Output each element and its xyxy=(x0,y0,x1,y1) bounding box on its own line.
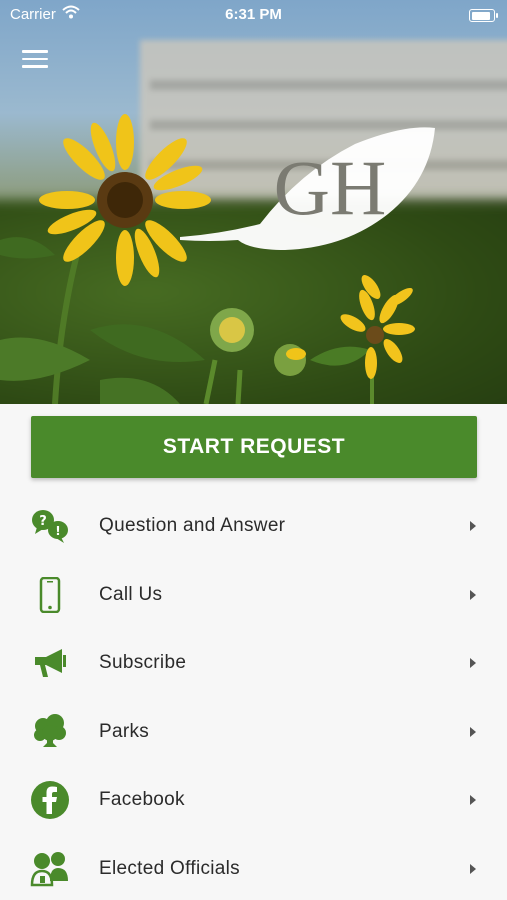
app-screen: GH Carrier 6:31 PM START REQUEST ? ! Que… xyxy=(0,0,507,900)
chevron-right-icon xyxy=(470,521,476,532)
tree-icon xyxy=(30,712,70,752)
gh-leaf-logo: GH xyxy=(180,127,435,250)
status-time: 6:31 PM xyxy=(225,6,282,23)
logo-text: GH xyxy=(274,144,387,231)
menu-item-subscribe[interactable]: Subscribe xyxy=(0,629,507,698)
menu-item-label: Parks xyxy=(99,720,150,742)
chevron-right-icon xyxy=(470,658,476,669)
question-bubbles-icon: ? ! xyxy=(30,506,70,546)
menu-item-label: Elected Officials xyxy=(99,857,240,879)
hero-image: GH xyxy=(0,0,507,404)
menu-item-label: Call Us xyxy=(99,583,163,605)
start-request-button[interactable]: START REQUEST xyxy=(31,416,477,478)
menu-item-label: Question and Answer xyxy=(99,515,286,537)
megaphone-icon xyxy=(30,643,70,683)
facebook-icon xyxy=(30,780,70,820)
menu-list: ? ! Question and Answer Call Us Subscrib… xyxy=(0,492,507,900)
phone-icon xyxy=(30,575,70,615)
svg-text:?: ? xyxy=(39,514,47,529)
officials-icon xyxy=(30,849,70,889)
menu-item-elected-officials[interactable]: Elected Officials xyxy=(0,835,507,900)
menu-item-facebook[interactable]: Facebook xyxy=(0,766,507,835)
chevron-right-icon xyxy=(470,589,476,600)
menu-item-parks[interactable]: Parks xyxy=(0,698,507,767)
menu-item-question-and-answer[interactable]: ? ! Question and Answer xyxy=(0,492,507,561)
hamburger-menu-icon[interactable] xyxy=(22,50,48,70)
battery-icon xyxy=(469,9,498,22)
status-bar: Carrier 6:31 PM xyxy=(0,0,507,30)
chevron-right-icon xyxy=(470,795,476,806)
menu-item-call-us[interactable]: Call Us xyxy=(0,561,507,630)
menu-item-label: Subscribe xyxy=(99,652,187,674)
svg-text:!: ! xyxy=(55,524,60,538)
menu-item-label: Facebook xyxy=(99,789,185,811)
chevron-right-icon xyxy=(470,863,476,874)
chevron-right-icon xyxy=(470,726,476,737)
